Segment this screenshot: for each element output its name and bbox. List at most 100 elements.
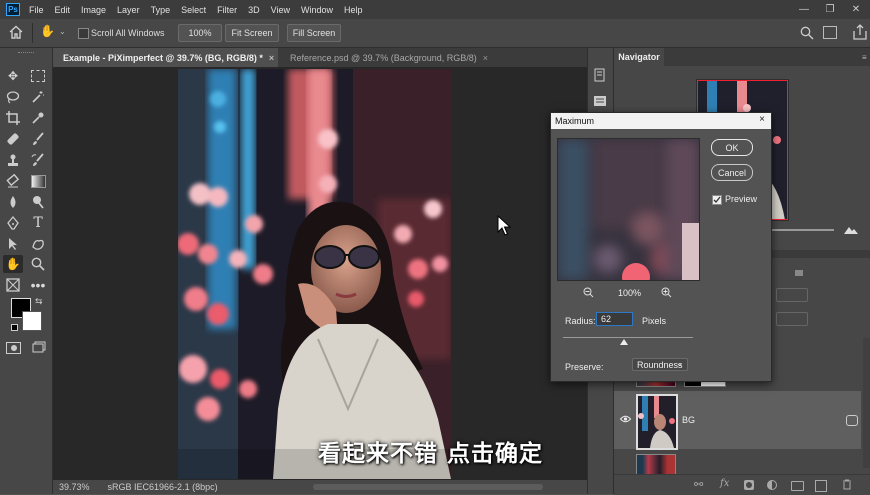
restore-button[interactable]: ❐ [817,0,843,19]
menu-edit[interactable]: Edit [55,5,71,15]
folder-icon[interactable] [791,481,804,491]
opacity-field[interactable] [776,288,808,302]
default-colors-icon[interactable] [11,324,18,331]
tab-label: Example - PiXimperfect @ 39.7% (BG, RGB/… [63,52,263,63]
navigator-tab[interactable]: Navigator [614,48,664,66]
fit-screen-button[interactable]: Fit Screen [225,24,279,42]
link-layers-icon[interactable]: ⚯ [694,478,703,491]
preserve-select[interactable]: Roundness ⌄ [632,358,688,371]
radius-label: Radius: [565,316,596,326]
navigator-zoom-slider[interactable] [769,229,834,231]
fill-field[interactable] [776,312,808,326]
type-tool-icon[interactable]: T [29,215,47,231]
custom-shape-tool-icon[interactable] [29,236,47,252]
preview-zoom-level: 100% [618,288,642,298]
zoom-in-mountain-icon[interactable] [844,225,858,234]
healing-brush-tool-icon[interactable] [4,131,22,147]
zoom-out-icon[interactable] [583,287,594,298]
layer-row-bg[interactable]: BG [614,391,861,450]
hand-tool-icon[interactable]: ✋ [3,255,23,273]
cancel-button[interactable]: Cancel [711,164,753,181]
menu-window[interactable]: Window [301,5,333,15]
history-brush-tool-icon[interactable] [29,152,47,168]
zoom-in-icon[interactable] [661,287,672,298]
close-icon[interactable]: × [759,114,765,125]
close-window-button[interactable]: ✕ [843,0,869,19]
close-icon[interactable]: × [269,53,274,63]
quick-mask-icon[interactable] [6,342,21,354]
radius-slider-thumb[interactable] [620,339,629,345]
radius-input[interactable]: 62 [596,312,633,326]
smart-filter-icon[interactable] [846,415,858,426]
menu-3d[interactable]: 3D [248,5,260,15]
pen-tool-icon[interactable] [4,215,22,231]
chevron-down-icon[interactable]: ⌄ [59,27,66,36]
brush-tool-icon[interactable] [29,131,47,147]
scroll-all-checkbox[interactable] [78,28,89,39]
magic-wand-tool-icon[interactable] [29,89,47,105]
share-icon[interactable] [853,24,867,40]
trash-icon[interactable] [842,479,852,490]
tools-panel: ✥ T ✋ ••• ⇆ [0,48,53,494]
new-layer-icon[interactable] [815,480,827,492]
menu-help[interactable]: Help [344,5,363,15]
menu-type[interactable]: Type [151,5,171,15]
zoom-100-button[interactable]: 100% [178,24,222,42]
tab-reference[interactable]: Reference.psd @ 39.7% (Background, RGB/8… [280,48,530,67]
scroll-all-label: Scroll All Windows [91,28,165,38]
eyedropper-tool-icon[interactable] [29,110,47,126]
workspace-icon[interactable] [823,26,837,39]
hand-tool-icon[interactable]: ✋ [40,24,55,40]
radius-slider-track[interactable] [563,337,693,338]
frame-tool-icon[interactable] [4,277,22,293]
crop-tool-icon[interactable] [4,110,22,126]
menu-filter[interactable]: Filter [217,5,237,15]
fill-screen-button[interactable]: Fill Screen [287,24,341,42]
more-tools-icon[interactable]: ••• [29,277,47,293]
preview-checkbox[interactable] [712,195,722,205]
zoom-tool-icon[interactable] [29,256,47,272]
menu-view[interactable]: View [271,5,290,15]
radius-unit: Pixels [642,316,667,326]
ok-button[interactable]: OK [711,139,753,156]
layer-thumbnail[interactable] [636,394,678,450]
document-canvas-image[interactable] [178,69,451,479]
dodge-tool-icon[interactable] [29,194,47,210]
horizontal-scrollbar[interactable] [313,484,543,490]
clone-stamp-tool-icon[interactable] [4,152,22,168]
path-selection-tool-icon[interactable] [4,236,22,252]
close-icon[interactable]: × [483,53,488,63]
add-mask-icon[interactable] [744,480,754,490]
screen-mode-icon[interactable] [32,341,46,353]
minimize-button[interactable]: — [791,0,817,19]
menu-image[interactable]: Image [81,5,106,15]
status-zoom[interactable]: 39.73% [59,482,90,492]
menu-layer[interactable]: Layer [117,5,140,15]
layers-scrollbar[interactable] [863,338,870,468]
layer-name[interactable]: BG [682,415,695,425]
menu-select[interactable]: Select [181,5,206,15]
history-panel-icon[interactable] [592,68,608,82]
blur-tool-icon[interactable] [4,194,22,210]
eye-visibility-icon[interactable] [619,415,632,423]
layer-thumbnail[interactable] [636,454,676,476]
panel-menu-icon[interactable]: ≡ [862,53,867,62]
filter-preview-pane[interactable] [557,138,700,281]
search-icon[interactable] [800,26,814,40]
marquee-tool-icon[interactable] [29,68,47,84]
lasso-tool-icon[interactable] [4,89,22,105]
menu-file[interactable]: File [29,5,44,15]
move-tool-icon[interactable]: ✥ [4,68,22,84]
tab-label: Reference.psd @ 39.7% (Background, RGB/8… [290,52,477,63]
tab-example[interactable]: Example - PiXimperfect @ 39.7% (BG, RGB/… [53,48,278,67]
layer-option-icon[interactable] [795,270,803,276]
home-icon[interactable] [8,25,24,39]
swap-colors-icon[interactable]: ⇆ [35,296,43,307]
layer-style-icon[interactable]: fx [720,478,729,489]
gradient-tool-icon[interactable] [29,173,47,189]
eraser-tool-icon[interactable] [4,173,22,189]
properties-panel-icon[interactable] [592,94,608,108]
adjustment-layer-icon[interactable] [767,480,777,490]
dialog-title: Maximum [555,116,595,126]
background-color-swatch[interactable] [22,311,42,331]
